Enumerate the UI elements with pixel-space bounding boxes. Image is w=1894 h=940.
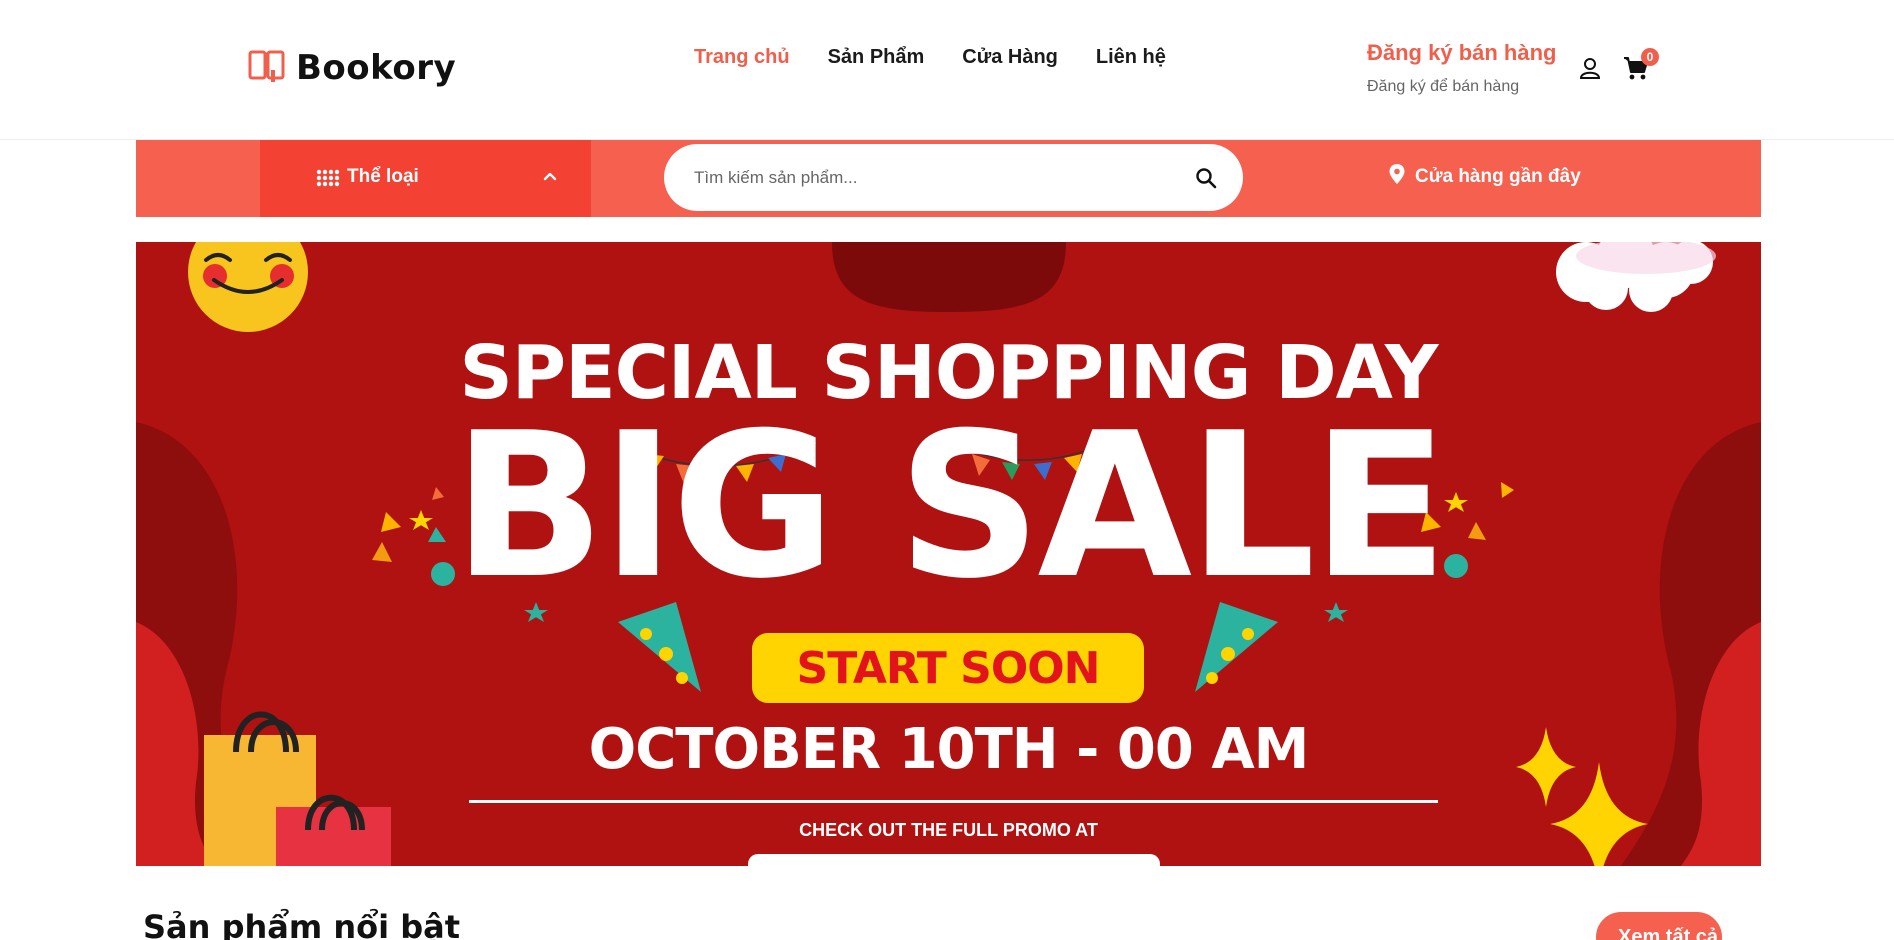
nearby-store-label: Cửa hàng gần đây [1415, 166, 1581, 187]
page: Bookory Trang chủ Sản Phẩm Cửa Hàng Liên… [0, 0, 1894, 940]
banner-cta: START SOON [752, 633, 1144, 703]
nearby-store-link[interactable]: Cửa hàng gần đây [1389, 164, 1581, 190]
banner-date: OCTOBER 10TH - 00 AM [588, 717, 1310, 782]
cart-icon [1622, 57, 1650, 86]
user-icon[interactable] [1578, 56, 1602, 80]
nav-item-home[interactable]: Trang chủ [694, 46, 790, 69]
section-title: Sản phẩm nổi bật [143, 908, 460, 940]
nav-item-contact[interactable]: Liên hệ [1096, 46, 1166, 69]
grid-icon [316, 169, 340, 187]
search-input[interactable] [694, 164, 1164, 192]
logo-text: Bookory [296, 47, 457, 88]
banner-note: CHECK OUT THE FULL PROMO AT [799, 820, 1098, 840]
nav-item-products[interactable]: Sản Phẩm [828, 46, 925, 69]
banner-url-pill [748, 854, 1160, 866]
seller-signup: Đăng ký bán hàng Đăng ký để bán hàng [1367, 40, 1556, 96]
category-dropdown[interactable]: Thể loại [260, 140, 591, 217]
cart-count-badge: 0 [1641, 48, 1659, 66]
see-all-button[interactable]: Xem tất cả [1596, 912, 1722, 940]
banner-cta-label: START SOON [796, 643, 1101, 694]
promo-banner[interactable]: SPECIAL SHOPPING DAY BIG SALE START SOON… [136, 242, 1761, 866]
cart-button[interactable]: 0 [1622, 48, 1659, 86]
logo[interactable]: Bookory [248, 46, 456, 89]
banner-divider [469, 800, 1438, 803]
banner-big-text: BIG SALE [452, 390, 1449, 623]
search-icon[interactable] [1194, 166, 1218, 190]
chevron-up-icon [542, 168, 558, 184]
search-box [664, 144, 1243, 211]
site-header: Bookory Trang chủ Sản Phẩm Cửa Hàng Liên… [0, 0, 1894, 140]
seller-signup-link[interactable]: Đăng ký bán hàng [1367, 40, 1556, 66]
category-label: Thể loại [347, 166, 419, 187]
location-pin-icon [1389, 164, 1405, 190]
main-nav: Trang chủ Sản Phẩm Cửa Hàng Liên hệ [694, 46, 1166, 69]
book-logo-icon [248, 46, 286, 89]
nav-item-stores[interactable]: Cửa Hàng [962, 46, 1058, 69]
seller-signup-subtitle: Đăng ký để bán hàng [1367, 78, 1520, 95]
search-band: Thể loại Cửa hàng gần đây [136, 140, 1761, 217]
